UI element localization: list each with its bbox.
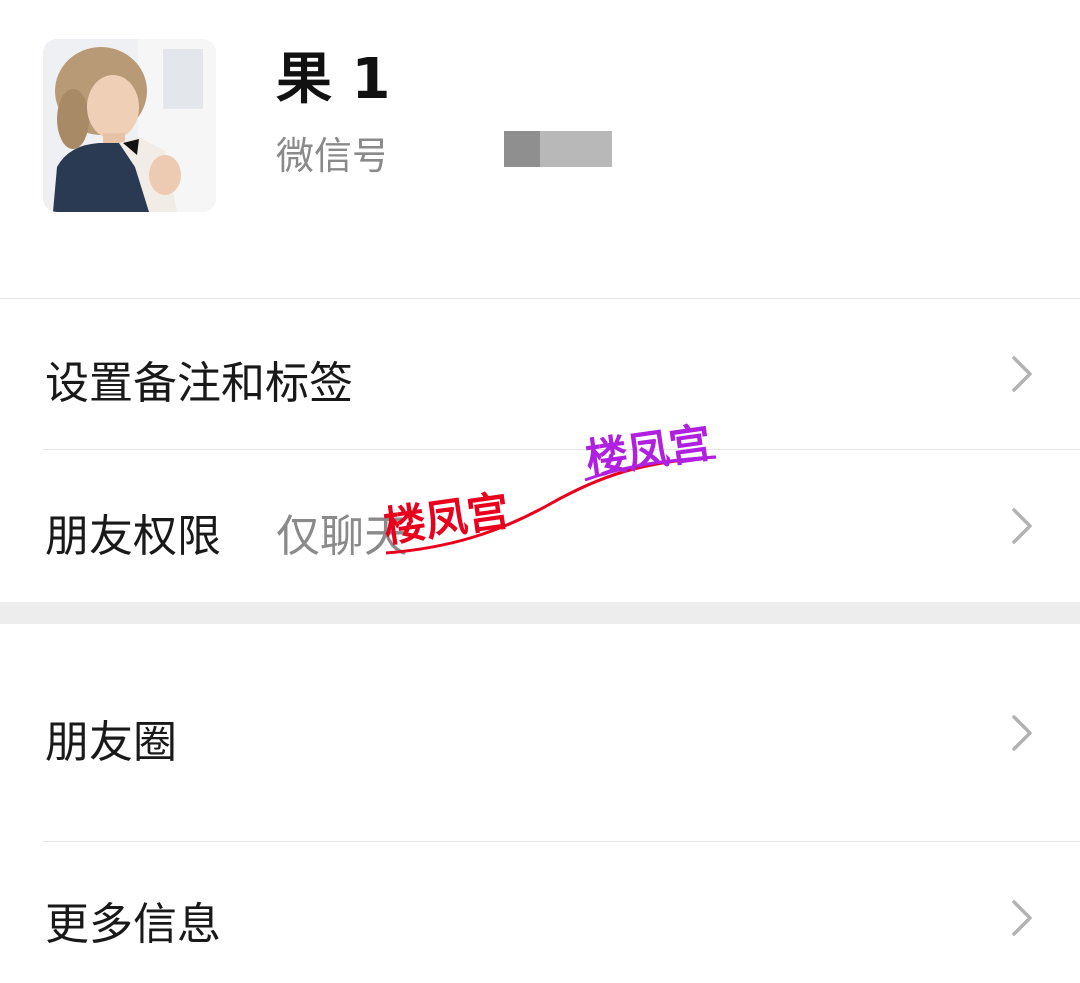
section-gap <box>0 602 1080 624</box>
wechat-id-redaction <box>504 131 612 167</box>
row-label: 设置备注和标签 <box>45 358 353 409</box>
row-label: 更多信息 <box>45 899 221 950</box>
chevron-right-icon <box>1012 715 1032 751</box>
more-info-row[interactable]: 更多信息 <box>0 842 1080 983</box>
friend-permission-value: 仅聊天 <box>276 511 408 562</box>
profile-header: 果 1 微信号 <box>0 0 1080 298</box>
chevron-right-icon <box>1012 900 1032 936</box>
friend-permissions-row[interactable]: 朋友权限 仅聊天 <box>0 450 1080 602</box>
avatar[interactable] <box>43 39 216 212</box>
wechat-id-label: 微信号 <box>276 134 384 178</box>
chevron-right-icon <box>1012 508 1032 544</box>
avatar-image <box>43 39 216 212</box>
moments-row[interactable]: 朋友圈 <box>0 624 1080 841</box>
row-label: 朋友圈 <box>45 717 177 768</box>
set-remark-and-tags-row[interactable]: 设置备注和标签 <box>0 299 1080 449</box>
chevron-right-icon <box>1012 356 1032 392</box>
contact-nickname: 果 1 <box>276 47 391 112</box>
row-label: 朋友权限 <box>45 511 221 562</box>
